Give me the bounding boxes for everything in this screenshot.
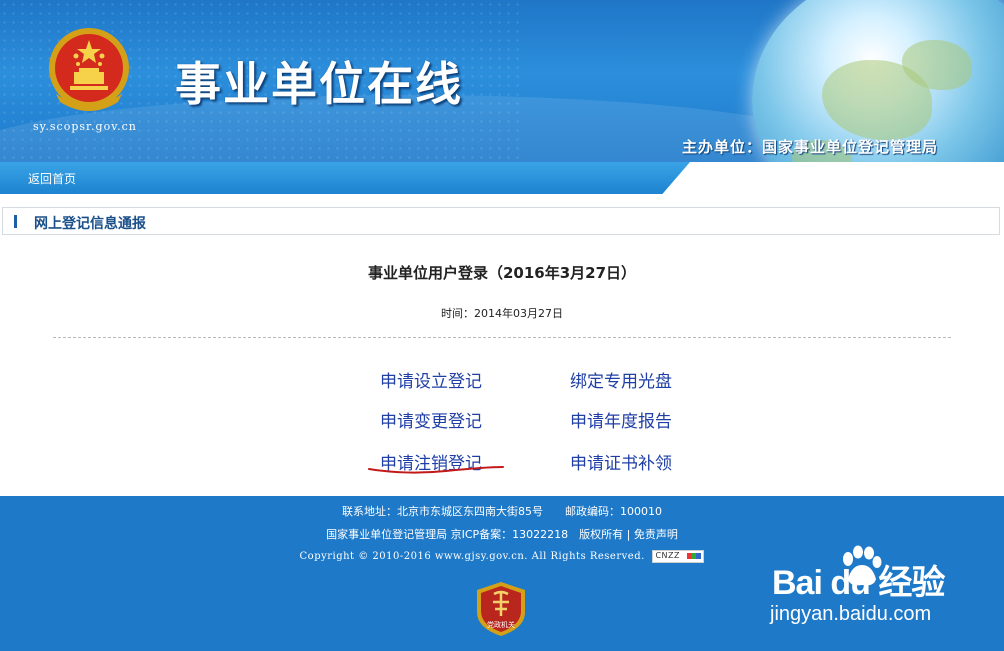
site-header: sy.scopsr.gov.cn 事业单位在线 主办单位：国家事业单位登记管理局	[0, 0, 1004, 162]
section-header: 网上登记信息通报	[2, 207, 1000, 235]
sponsor-text: 主办单位：国家事业单位登记管理局	[682, 138, 939, 156]
site-title: 事业单位在线	[175, 57, 463, 111]
red-underline-annotation	[368, 466, 504, 474]
party-government-badge-icon[interactable]: 党政机关	[474, 580, 528, 638]
link-bind-disc[interactable]: 绑定专用光盘	[570, 367, 672, 392]
link-annual-report[interactable]: 申请年度报告	[570, 407, 672, 432]
nav-bar-background	[0, 162, 690, 194]
watermark-url: jingyan.baidu.com	[770, 603, 932, 625]
link-certificate-reissue[interactable]: 申请证书补领	[570, 449, 672, 474]
footer-org-line: 国家事业单位登记管理局 京ICP备案：13022218 版权所有 | 免责声明	[326, 528, 678, 541]
site-domain: sy.scopsr.gov.cn	[33, 120, 137, 133]
svg-text:党政机关: 党政机关	[487, 620, 515, 629]
footer-copyright: Copyright © 2010-2016 www.gjsy.gov.cn. A…	[299, 551, 645, 562]
publish-time: 时间：2014年03月27日	[441, 307, 563, 320]
baidu-jingyan-watermark: Bai du 经验 jingyan.baidu.com	[770, 545, 980, 635]
watermark-logo: Bai du 经验	[772, 564, 945, 602]
link-establish-registration[interactable]: 申请设立登记	[380, 367, 482, 392]
dashed-divider	[53, 337, 951, 338]
national-emblem-icon	[49, 28, 129, 111]
home-link[interactable]: 返回首页	[28, 170, 76, 187]
cnzz-counter-icon[interactable]: CNZZ	[652, 550, 705, 563]
section-title: 网上登记信息通报	[34, 216, 146, 232]
link-change-registration[interactable]: 申请变更登记	[380, 407, 482, 432]
footer-address: 联系地址：北京市东城区东四南大街85号 邮政编码：100010	[342, 505, 662, 518]
nav-bar: 返回首页	[0, 162, 1004, 194]
section-marker	[14, 215, 17, 228]
page-title: 事业单位用户登录（2016年3月27日）	[367, 264, 637, 282]
